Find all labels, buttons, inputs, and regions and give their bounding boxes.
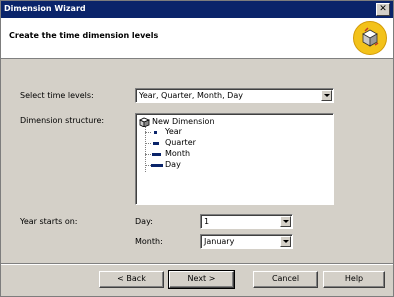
time-levels-label: Select time levels: bbox=[20, 91, 94, 100]
close-icon: ✕ bbox=[379, 4, 387, 14]
tree-root-label: New Dimension bbox=[152, 117, 215, 126]
tree-item-label: Year bbox=[165, 127, 182, 136]
tree-item-year[interactable]: Year bbox=[145, 127, 295, 137]
cancel-button[interactable]: Cancel bbox=[253, 271, 318, 288]
time-levels-select[interactable]: Year, Quarter, Month, Day bbox=[135, 88, 334, 103]
tree-item-label: Day bbox=[165, 160, 181, 169]
level-bar-icon bbox=[151, 164, 163, 167]
month-select[interactable]: January bbox=[200, 234, 293, 249]
dimension-cube-icon bbox=[139, 117, 150, 127]
dimension-structure-tree[interactable]: New Dimension Year Quarter Month Day bbox=[135, 113, 334, 205]
tree-item-label: Quarter bbox=[165, 138, 196, 147]
tree-item-day[interactable]: Day bbox=[145, 160, 295, 170]
level-bar-icon bbox=[154, 131, 157, 134]
time-levels-value: Year, Quarter, Month, Day bbox=[139, 91, 243, 100]
back-button[interactable]: < Back bbox=[99, 271, 164, 288]
close-button[interactable]: ✕ bbox=[376, 3, 390, 16]
chevron-down-icon[interactable] bbox=[321, 90, 332, 101]
day-label: Day: bbox=[135, 217, 153, 226]
day-value: 1 bbox=[204, 217, 210, 226]
tree-item-quarter[interactable]: Quarter bbox=[145, 138, 295, 148]
help-button[interactable]: Help bbox=[323, 271, 385, 288]
dimension-wizard-window: Dimension Wizard ✕ Create the time dimen… bbox=[0, 0, 394, 297]
dimension-structure-label: Dimension structure: bbox=[20, 116, 105, 125]
title-bar[interactable]: Dimension Wizard ✕ bbox=[1, 1, 393, 18]
year-starts-label: Year starts on: bbox=[20, 217, 78, 226]
tree-item-label: Month bbox=[165, 149, 191, 158]
dimension-wizard-icon bbox=[353, 21, 387, 55]
wizard-header: Create the time dimension levels bbox=[1, 18, 393, 59]
month-label: Month: bbox=[135, 237, 163, 246]
chevron-down-icon[interactable] bbox=[280, 236, 291, 247]
next-button[interactable]: Next > bbox=[168, 270, 235, 289]
day-select[interactable]: 1 bbox=[200, 214, 293, 229]
chevron-down-icon[interactable] bbox=[280, 216, 291, 227]
level-bar-icon bbox=[153, 142, 159, 145]
month-value: January bbox=[204, 237, 235, 246]
footer-divider bbox=[1, 263, 393, 265]
window-title: Dimension Wizard bbox=[4, 4, 86, 13]
level-bar-icon bbox=[152, 153, 161, 156]
page-heading: Create the time dimension levels bbox=[9, 31, 159, 40]
tree-item-month[interactable]: Month bbox=[145, 149, 295, 159]
